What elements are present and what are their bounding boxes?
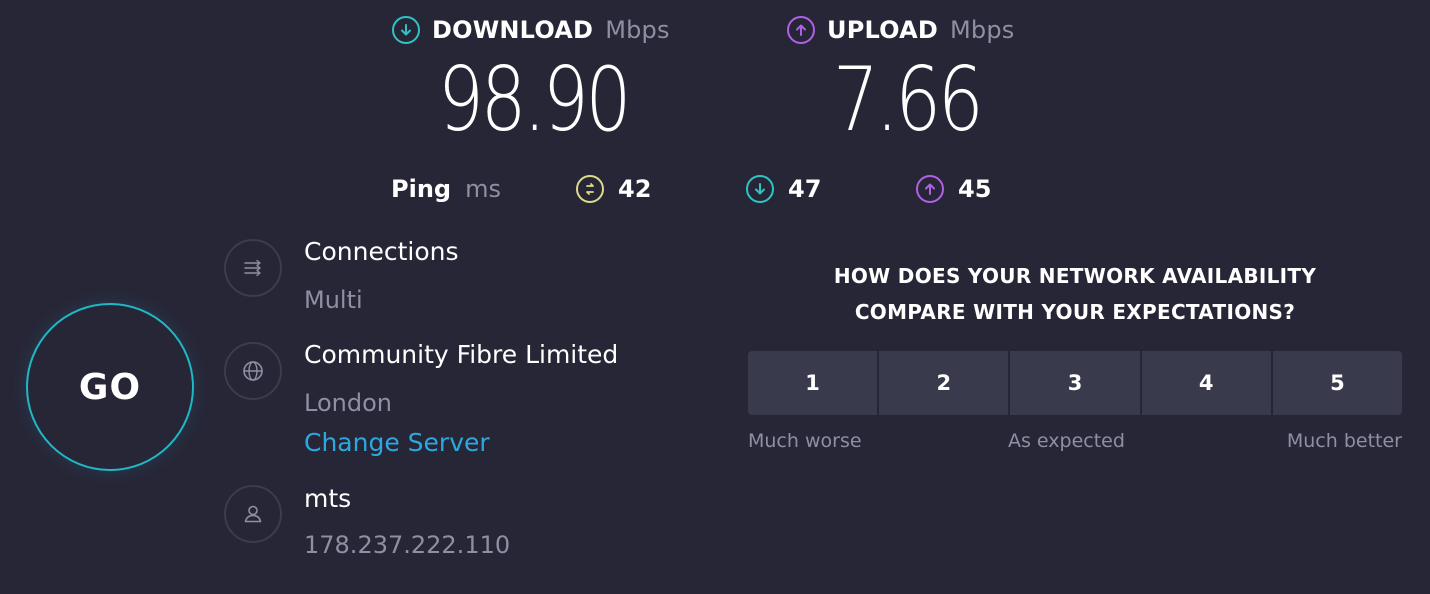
scale-label-high: Much better [1286, 430, 1402, 452]
rating-option-5[interactable]: 5 [1272, 351, 1403, 415]
connections-title: Connections [304, 237, 459, 266]
upload-latency-icon [916, 175, 944, 203]
ping-unit: ms [465, 175, 501, 203]
go-button[interactable]: GO [26, 303, 194, 471]
globe-icon [224, 342, 282, 400]
upload-unit: Mbps [949, 16, 1015, 44]
ping-idle: 42 [576, 175, 651, 203]
rating-option-1[interactable]: 1 [748, 351, 878, 415]
connections-value: Multi [304, 286, 363, 314]
server-name: Community Fibre Limited [304, 340, 619, 369]
provider-name: mts [304, 484, 352, 513]
idle-latency-icon [576, 175, 604, 203]
download-label: DOWNLOAD [432, 16, 594, 44]
ping-idle-value: 42 [618, 175, 652, 203]
download-unit: Mbps [605, 16, 670, 44]
scale-label-low: Much worse [748, 430, 862, 452]
rating-option-2[interactable]: 2 [879, 351, 1009, 415]
server-location: London [304, 389, 392, 417]
rating-option-3[interactable]: 3 [1010, 351, 1140, 415]
download-latency-icon [746, 175, 774, 203]
upload-value: 7.66 [833, 48, 984, 151]
ping-download-value: 47 [788, 175, 822, 203]
change-server-link[interactable]: Change Server [304, 428, 490, 457]
ping-download: 47 [746, 175, 821, 203]
ping-upload: 45 [916, 175, 991, 203]
upload-header: UPLOAD Mbps [787, 16, 1014, 44]
scale-label-mid: As expected [1008, 430, 1125, 452]
rating-scale: 1 2 3 4 5 [748, 351, 1403, 415]
survey-question-line1: HOW DOES YOUR NETWORK AVAILABILITY [833, 264, 1317, 288]
download-value: 98.90 [438, 48, 631, 151]
download-arrow-icon [392, 16, 420, 44]
ping-label-group: Ping ms [391, 175, 501, 203]
ping-upload-value: 45 [958, 175, 992, 203]
ping-label: Ping [391, 175, 452, 203]
provider-ip: 178.237.222.110 [304, 531, 511, 559]
upload-label: UPLOAD [827, 16, 938, 44]
survey-question: HOW DOES YOUR NETWORK AVAILABILITY COMPA… [748, 258, 1402, 330]
upload-arrow-icon [787, 16, 815, 44]
connections-icon [224, 239, 282, 297]
rating-option-4[interactable]: 4 [1141, 351, 1271, 415]
survey-question-line2: COMPARE WITH YOUR EXPECTATIONS? [854, 300, 1296, 324]
user-icon [224, 485, 282, 543]
download-header: DOWNLOAD Mbps [392, 16, 670, 44]
